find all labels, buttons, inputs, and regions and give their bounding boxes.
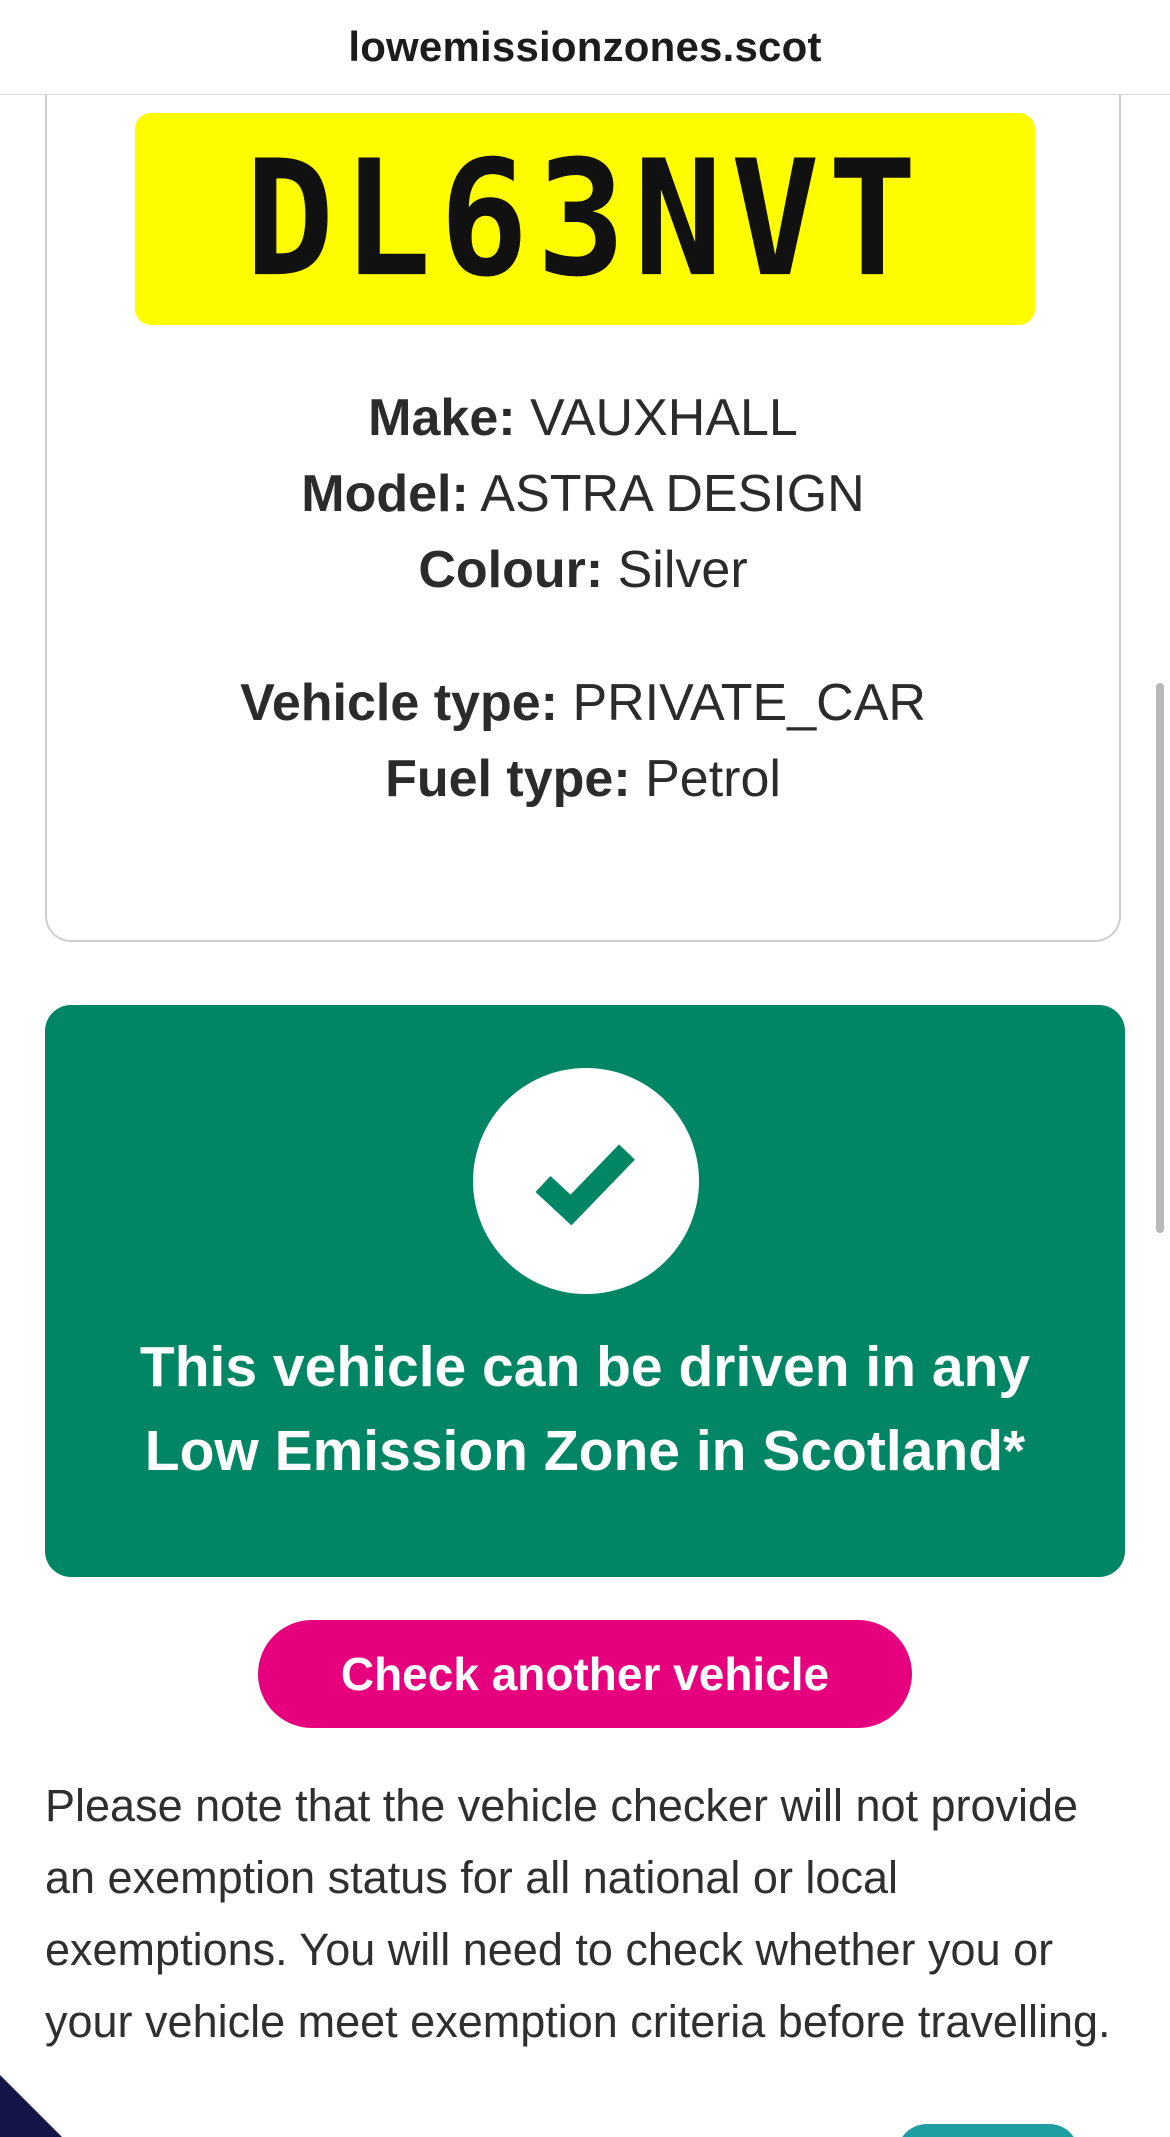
browser-url-bar[interactable]: lowemissionzones.scot [0, 0, 1170, 95]
colour-label: Colour: [418, 541, 604, 599]
colour-value: Silver [617, 541, 748, 599]
result-line-2: Low Emission Zone in Scotland* [144, 1419, 1026, 1483]
scrollbar[interactable] [1156, 683, 1164, 1233]
number-plate: DL63NVT [135, 113, 1035, 325]
model-value: ASTRA DESIGN [480, 465, 865, 523]
fuel-type-label: Fuel type: [385, 750, 631, 808]
compliance-result-panel: This vehicle can be driven in any Low Em… [45, 1005, 1125, 1577]
colour-row: Colour: Silver [47, 532, 1119, 608]
result-message: This vehicle can be driven in any Low Em… [45, 1325, 1125, 1493]
registration-number: DL63NVT [245, 126, 925, 312]
page: lowemissionzones.scot DL63NVT Make: VAUX… [0, 0, 1170, 2137]
model-label: Model: [301, 465, 469, 523]
feedback-tab[interactable] [897, 2124, 1079, 2137]
fuel-type-row: Fuel type: Petrol [47, 741, 1119, 817]
exemption-note: Please note that the vehicle checker wil… [45, 1780, 1111, 2047]
fuel-type-value: Petrol [645, 750, 781, 808]
make-value: VAUXHALL [530, 389, 798, 447]
make-row: Make: VAUXHALL [47, 380, 1119, 456]
model-row: Model: ASTRA DESIGN [47, 456, 1119, 532]
vehicle-type-row: Vehicle type: PRIVATE_CAR [47, 665, 1119, 741]
vehicle-type-label: Vehicle type: [240, 674, 558, 732]
make-label: Make: [368, 389, 516, 447]
result-line-1: This vehicle can be driven in any [139, 1335, 1031, 1399]
check-circle [473, 1068, 699, 1294]
details-spacer [47, 608, 1119, 665]
vehicle-details-card: DL63NVT Make: VAUXHALL Model: ASTRA DESI… [45, 40, 1121, 942]
vehicle-type-value: PRIVATE_CAR [572, 674, 926, 732]
check-another-vehicle-button[interactable]: Check another vehicle [258, 1620, 912, 1728]
url-text: lowemissionzones.scot [348, 23, 822, 70]
checkmark-icon [535, 1144, 635, 1226]
vehicle-details: Make: VAUXHALL Model: ASTRA DESIGN Colou… [47, 380, 1119, 817]
corner-decoration [0, 2075, 62, 2137]
